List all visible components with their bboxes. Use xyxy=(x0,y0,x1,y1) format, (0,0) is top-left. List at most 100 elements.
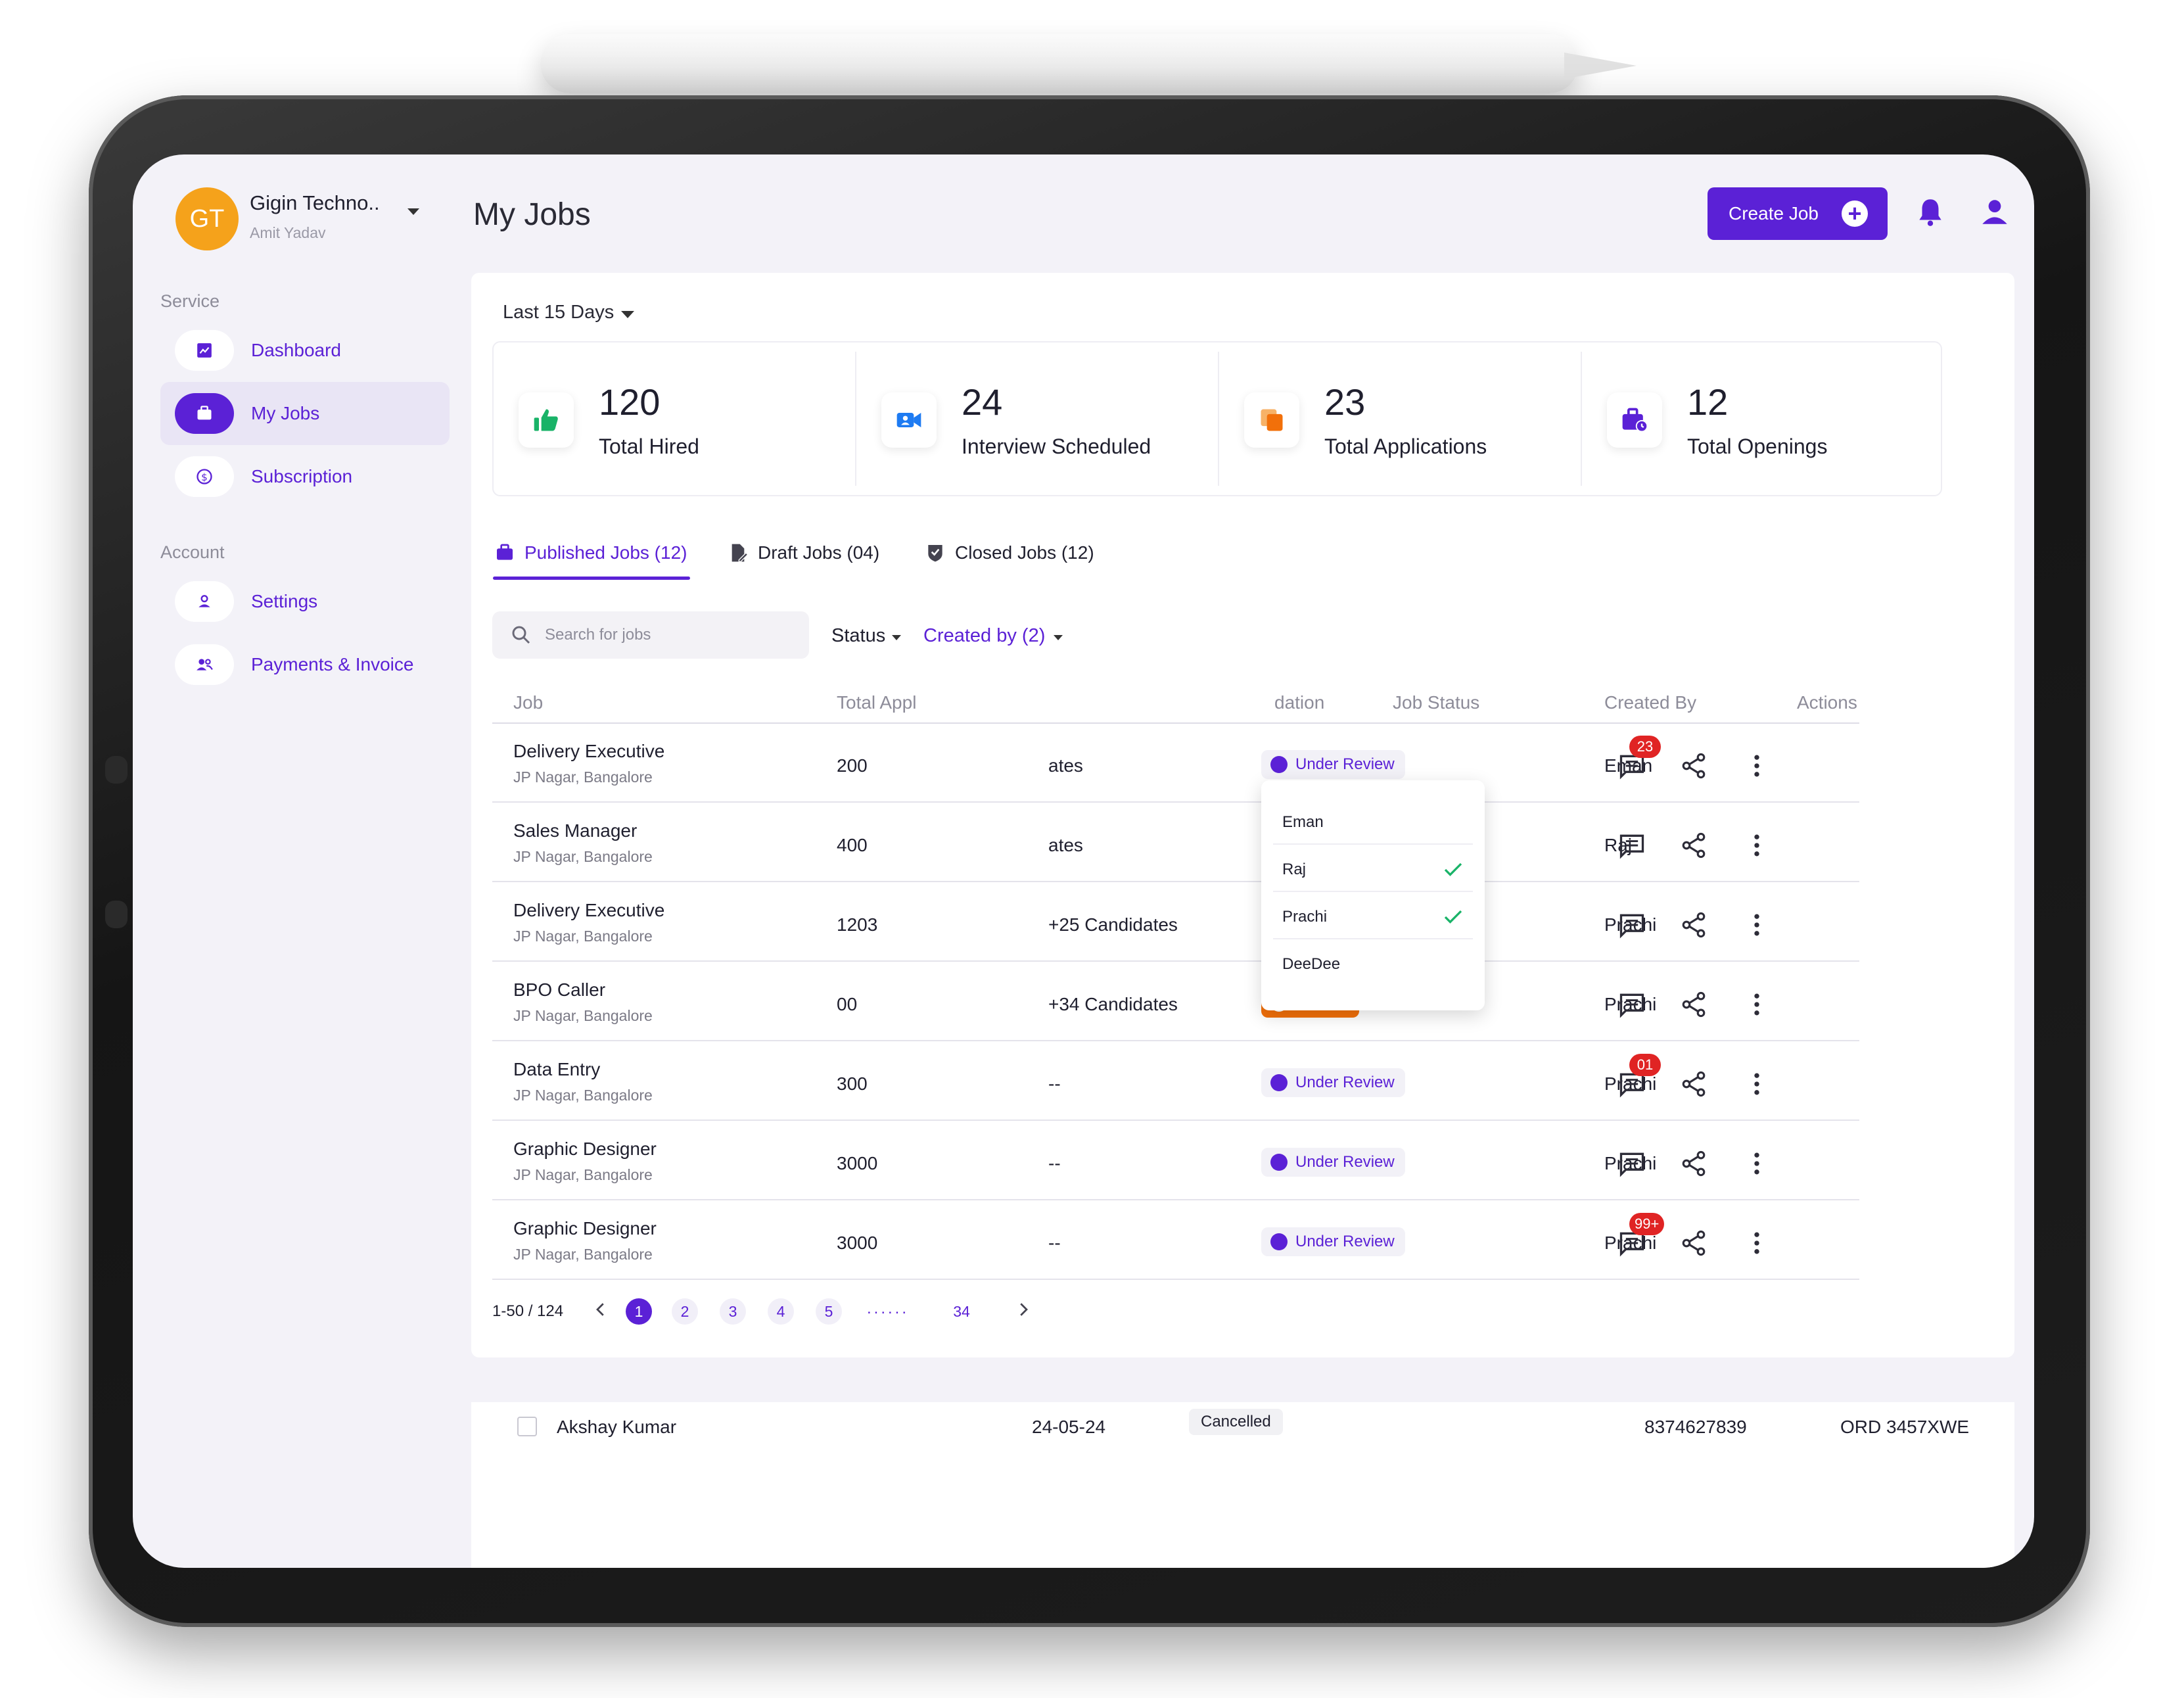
create-job-button[interactable]: Create Job + xyxy=(1708,187,1888,240)
profile-icon[interactable] xyxy=(1978,195,2011,228)
table-row[interactable]: BPO Caller JP Nagar, Bangalore 00 +34 Candi… xyxy=(492,962,1859,1041)
recommended-candidates[interactable]: +34 Candidates xyxy=(1048,994,1178,1015)
period-select[interactable]: Last 15 Days xyxy=(503,302,614,323)
table-row[interactable]: Sales ManagerJP Nagar, Bangalore400atesU… xyxy=(492,803,1859,882)
stat-label: Total Openings xyxy=(1687,435,1828,458)
message-icon[interactable] xyxy=(1617,1149,1646,1178)
job-title[interactable]: Data Entry xyxy=(513,1059,600,1080)
org-dropdown-caret-icon[interactable] xyxy=(407,208,419,215)
video-icon xyxy=(881,392,937,448)
table-row[interactable]: Delivery Executive JP Nagar, Bangalore 120… xyxy=(492,883,1859,962)
share-icon[interactable] xyxy=(1679,1070,1708,1098)
job-title[interactable]: Delivery Executive xyxy=(513,741,664,762)
page-1-button[interactable]: 1 xyxy=(626,1298,652,1325)
draft-document-icon xyxy=(732,544,749,562)
sidebar-item-label: Settings xyxy=(251,591,318,611)
active-tab-indicator xyxy=(493,577,690,580)
more-vertical-icon[interactable] xyxy=(1742,910,1771,939)
sidebar-item-subscription[interactable]: $ Subscription xyxy=(160,445,450,508)
status-filter[interactable]: Status xyxy=(831,625,885,647)
bell-icon[interactable] xyxy=(1914,195,1947,228)
job-title[interactable]: Graphic Designer xyxy=(513,1218,657,1239)
briefcase-clock-icon xyxy=(1607,392,1662,448)
recommended-candidates[interactable]: -- xyxy=(1048,1153,1061,1174)
share-icon[interactable] xyxy=(1679,751,1708,780)
sidebar-item-dashboard[interactable]: Dashboard xyxy=(160,319,450,382)
dropdown-option-label: Prachi xyxy=(1282,908,1328,926)
tab-draft-jobs[interactable]: Draft Jobs (04) xyxy=(728,540,879,566)
status-dot-icon xyxy=(1270,756,1288,773)
recommended-candidates[interactable]: -- xyxy=(1048,1233,1061,1254)
sidebar-item-label: My Jobs xyxy=(251,403,320,423)
page-2-button[interactable]: 2 xyxy=(672,1298,698,1325)
job-status-badge[interactable]: Under Review xyxy=(1261,1227,1405,1256)
job-status-badge[interactable]: Under Review xyxy=(1261,1068,1405,1097)
table-row[interactable]: Graphic Designer JP Nagar, Bangalore 3000 -… xyxy=(492,1121,1859,1200)
job-title[interactable]: Sales Manager xyxy=(513,820,637,841)
more-vertical-icon[interactable] xyxy=(1742,751,1771,780)
row-divider xyxy=(492,881,1859,882)
dropdown-option-deedee[interactable]: DeeDee xyxy=(1261,939,1485,987)
stat-label: Interview Scheduled xyxy=(962,435,1151,458)
sidebar-item-label: Payments & Invoice xyxy=(251,654,414,674)
created-by-caret-icon[interactable] xyxy=(1054,635,1063,640)
tab-published-jobs[interactable]: Published Jobs (12) xyxy=(494,540,687,566)
share-icon[interactable] xyxy=(1679,990,1708,1019)
dropdown-option-prachi[interactable]: Prachi xyxy=(1261,892,1485,939)
more-vertical-icon[interactable] xyxy=(1742,1149,1771,1178)
page-4-button[interactable]: 4 xyxy=(768,1298,794,1325)
more-vertical-icon[interactable] xyxy=(1742,1070,1771,1098)
sidebar-item-payments[interactable]: Payments & Invoice xyxy=(160,633,450,696)
chevron-right-icon[interactable] xyxy=(1013,1300,1033,1319)
more-vertical-icon[interactable] xyxy=(1742,1229,1771,1258)
stat-value: 24 xyxy=(962,381,1003,423)
share-icon[interactable] xyxy=(1679,1229,1708,1258)
job-title[interactable]: Graphic Designer xyxy=(513,1139,657,1160)
thumbs-up-icon xyxy=(519,392,574,448)
column-header-job: Job xyxy=(513,692,544,713)
share-icon[interactable] xyxy=(1679,831,1708,860)
share-icon[interactable] xyxy=(1679,910,1708,939)
more-vertical-icon[interactable] xyxy=(1742,990,1771,1019)
page-3-button[interactable]: 3 xyxy=(720,1298,746,1325)
table-row[interactable]: Graphic Designer JP Nagar, Bangalore 3000 -… xyxy=(492,1201,1859,1280)
dropdown-option-eman[interactable]: Eman xyxy=(1261,797,1485,845)
message-icon[interactable] xyxy=(1617,831,1646,860)
page-last-button[interactable]: 34 xyxy=(948,1298,975,1325)
table-row[interactable]: Delivery Executive JP Nagar, Bangalore 200… xyxy=(492,724,1859,803)
job-status-badge[interactable]: Under Review xyxy=(1261,1148,1405,1177)
job-status-badge[interactable]: Under Review xyxy=(1261,750,1405,779)
row-checkbox[interactable] xyxy=(517,1417,537,1436)
org-name[interactable]: Gigin Techno.. xyxy=(250,191,380,215)
created-by-filter[interactable]: Created by (2) xyxy=(923,625,1045,647)
total-applications: 200 xyxy=(837,755,868,776)
sidebar-item-my-jobs[interactable]: My Jobs xyxy=(160,382,450,445)
job-title[interactable]: BPO Caller xyxy=(513,979,605,1001)
pagination-ellipsis: ...... xyxy=(867,1300,910,1317)
message-icon[interactable] xyxy=(1617,990,1646,1019)
person-icon xyxy=(175,581,234,622)
share-icon[interactable] xyxy=(1679,1149,1708,1178)
people-icon xyxy=(175,644,234,685)
message-icon[interactable] xyxy=(1617,910,1646,939)
status-dot-icon xyxy=(1270,1154,1288,1171)
search-input[interactable]: Search for jobs xyxy=(492,611,809,659)
briefcase-icon xyxy=(497,544,513,560)
total-applications: 00 xyxy=(837,994,858,1014)
job-title[interactable]: Delivery Executive xyxy=(513,900,664,921)
chevron-left-icon[interactable] xyxy=(591,1300,611,1319)
recommended-candidates[interactable]: ates xyxy=(1048,835,1083,856)
dropdown-option-label: DeeDee xyxy=(1282,955,1341,973)
recommended-candidates[interactable]: ates xyxy=(1048,755,1083,776)
recommended-candidates[interactable]: +25 Candidates xyxy=(1048,914,1178,935)
status-caret-icon[interactable] xyxy=(892,635,901,640)
recommended-candidates[interactable]: -- xyxy=(1048,1073,1061,1095)
period-caret-icon[interactable] xyxy=(621,311,634,318)
sidebar-item-settings[interactable]: Settings xyxy=(160,570,450,633)
page-5-button[interactable]: 5 xyxy=(816,1298,842,1325)
tab-closed-jobs[interactable]: Closed Jobs (12) xyxy=(925,540,1094,566)
table-row[interactable]: Data Entry JP Nagar, Bangalore 300 -- Under … xyxy=(492,1042,1859,1121)
org-avatar[interactable]: GT xyxy=(175,187,239,250)
dropdown-option-raj[interactable]: Raj xyxy=(1261,845,1485,892)
more-vertical-icon[interactable] xyxy=(1742,831,1771,860)
